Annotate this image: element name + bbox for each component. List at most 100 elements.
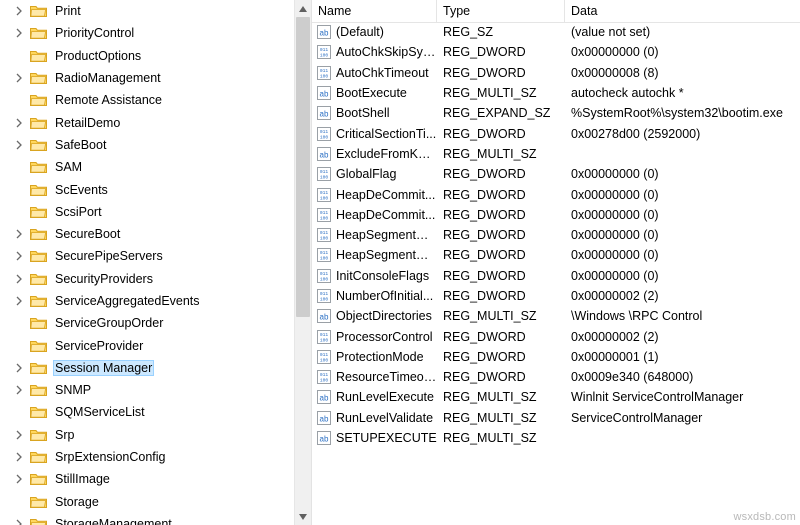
tree-item[interactable]: Session Manager <box>0 357 294 379</box>
chevron-right-icon[interactable] <box>14 118 24 128</box>
value-row[interactable]: ab RunLevelValidate REG_MULTI_SZ ServiceCon… <box>312 408 800 428</box>
tree-vertical-scrollbar[interactable] <box>294 0 311 525</box>
tree-item[interactable]: SafeBoot <box>0 134 294 156</box>
tree-item[interactable]: SQMServiceList <box>0 401 294 423</box>
registry-key-tree[interactable]: Print PriorityControl ProductOptions RadioM… <box>0 0 294 525</box>
svg-text:011: 011 <box>320 352 329 358</box>
value-name-label: HeapSegmentRe... <box>336 248 437 263</box>
tree-item[interactable]: ScsiPort <box>0 201 294 223</box>
string-value-icon: ab <box>317 25 331 40</box>
folder-icon <box>30 385 47 397</box>
value-name-cell: 011 100 CriticalSectionTi... <box>312 126 437 141</box>
tree-item[interactable]: RetailDemo <box>0 111 294 133</box>
tree-item[interactable]: PriorityControl <box>0 22 294 44</box>
svg-text:ab: ab <box>320 89 329 98</box>
chevron-right-icon[interactable] <box>14 140 24 150</box>
values-list[interactable]: ab (Default) REG_SZ (value not set) 011 100 Au… <box>312 22 800 525</box>
tree-item-label: StillImage <box>55 472 110 487</box>
tree-item[interactable]: Storage <box>0 491 294 513</box>
value-row[interactable]: 011 100 AutoChkSkipSyst... REG_DWORD 0x00000… <box>312 42 800 62</box>
value-row[interactable]: 011 100 GlobalFlag REG_DWORD 0x00000000 (0) <box>312 164 800 184</box>
value-name-cell: ab (Default) <box>312 25 437 40</box>
value-row[interactable]: 011 100 HeapSegmentRe... REG_DWORD 0x0000000… <box>312 245 800 265</box>
chevron-right-icon[interactable] <box>14 274 24 284</box>
svg-text:100: 100 <box>320 236 329 242</box>
column-header-data[interactable]: Data <box>565 0 800 22</box>
folder-icon <box>30 6 47 18</box>
tree-item[interactable]: Remote Assistance <box>0 89 294 111</box>
svg-text:100: 100 <box>320 73 329 79</box>
tree-item[interactable]: SNMP <box>0 379 294 401</box>
tree-item[interactable]: SAM <box>0 156 294 178</box>
tree-item[interactable]: ServiceGroupOrder <box>0 312 294 334</box>
chevron-right-icon[interactable] <box>14 474 24 484</box>
folder-icon <box>30 296 47 307</box>
chevron-right-icon[interactable] <box>14 519 24 525</box>
tree-item[interactable]: ProductOptions <box>0 45 294 67</box>
value-row[interactable]: 011 100 HeapSegmentCo... REG_DWORD 0x0000000… <box>312 225 800 245</box>
value-row[interactable]: ab (Default) REG_SZ (value not set) <box>312 22 800 42</box>
tree-item[interactable]: Print <box>0 0 294 22</box>
folder-icon <box>30 251 47 263</box>
tree-item[interactable]: SrpExtensionConfig <box>0 446 294 468</box>
value-row[interactable]: ab ExcludeFromKno... REG_MULTI_SZ <box>312 144 800 164</box>
value-name-label: ObjectDirectories <box>336 309 432 324</box>
value-row[interactable]: 011 100 InitConsoleFlags REG_DWORD 0x0000000… <box>312 266 800 286</box>
tree-item[interactable]: Srp <box>0 424 294 446</box>
value-row[interactable]: 011 100 HeapDeCommit... REG_DWORD 0x00000000… <box>312 184 800 204</box>
binary-value-icon: 011100 <box>317 187 331 202</box>
value-data-cell: 0x00000001 (1) <box>571 349 659 364</box>
chevron-right-icon[interactable] <box>14 251 24 261</box>
chevron-right-icon[interactable] <box>14 73 24 83</box>
string-value-icon: ab <box>317 86 331 101</box>
svg-text:100: 100 <box>320 215 329 221</box>
value-type-cell: REG_SZ <box>443 25 494 40</box>
value-row[interactable]: ab BootShell REG_EXPAND_SZ %SystemRoot%\sys… <box>312 103 800 123</box>
chevron-right-icon[interactable] <box>14 385 24 395</box>
svg-text:100: 100 <box>320 134 329 140</box>
chevron-right-icon[interactable] <box>14 28 24 38</box>
value-row[interactable]: 011 100 HeapDeCommit... REG_DWORD 0x00000000… <box>312 205 800 225</box>
tree-item[interactable]: SecurePipeServers <box>0 245 294 267</box>
tree-item[interactable]: StillImage <box>0 468 294 490</box>
tree-item[interactable]: ServiceAggregatedEvents <box>0 290 294 312</box>
chevron-right-icon[interactable] <box>14 452 24 462</box>
tree-item[interactable]: SecurityProviders <box>0 268 294 290</box>
value-row[interactable]: 011 100 AutoChkTimeout REG_DWORD 0x00000008 … <box>312 63 800 83</box>
tree-scrollbar-thumb[interactable] <box>296 17 310 317</box>
value-row[interactable]: ab ObjectDirectories REG_MULTI_SZ \Windows … <box>312 306 800 326</box>
tree-item[interactable]: ServiceProvider <box>0 334 294 356</box>
value-row[interactable]: 011 100 ProcessorControl REG_DWORD 0x0000000… <box>312 326 800 346</box>
tree-item[interactable]: ScEvents <box>0 178 294 200</box>
value-row[interactable]: ab SETUPEXECUTE REG_MULTI_SZ <box>312 428 800 448</box>
string-value-icon: ab <box>317 146 331 161</box>
folder-icon <box>30 229 47 241</box>
value-row[interactable]: 011 100 NumberOfInitial... REG_DWORD 0x00000… <box>312 286 800 306</box>
chevron-right-icon[interactable] <box>14 363 24 373</box>
chevron-right-icon[interactable] <box>14 6 24 16</box>
column-header-type[interactable]: Type <box>437 0 565 22</box>
value-name-label: HeapDeCommit... <box>336 187 436 202</box>
svg-text:011: 011 <box>320 271 329 277</box>
value-type-cell: REG_MULTI_SZ <box>443 410 537 425</box>
chevron-right-icon[interactable] <box>14 296 24 306</box>
chevron-right-icon[interactable] <box>14 229 24 239</box>
tree-item-label: Storage <box>55 494 99 509</box>
value-row[interactable]: 011 100 ResourceTimeou... REG_DWORD 0x0009e3… <box>312 367 800 387</box>
tree-item[interactable]: RadioManagement <box>0 67 294 89</box>
value-name-label: BootShell <box>336 106 390 121</box>
value-name-label: AutoChkSkipSyst... <box>336 45 437 60</box>
scroll-down-arrow-icon[interactable] <box>295 508 311 525</box>
value-row[interactable]: 011 100 CriticalSectionTi... REG_DWORD 0x002… <box>312 123 800 143</box>
tree-item-label: SNMP <box>55 383 92 398</box>
tree-item[interactable]: StorageManagement <box>0 513 294 525</box>
value-row[interactable]: ab RunLevelExecute REG_MULTI_SZ Winlnit Ser… <box>312 387 800 407</box>
value-row[interactable]: 011 100 ProtectionMode REG_DWORD 0x00000001 … <box>312 347 800 367</box>
scroll-up-arrow-icon[interactable] <box>295 0 311 17</box>
value-row[interactable]: ab BootExecute REG_MULTI_SZ autocheck autoc… <box>312 83 800 103</box>
string-value-icon: ab <box>317 106 331 121</box>
value-data-cell: %SystemRoot%\system32\bootim.exe <box>571 106 783 121</box>
tree-item[interactable]: SecureBoot <box>0 223 294 245</box>
chevron-right-icon[interactable] <box>14 430 24 440</box>
column-header-name[interactable]: Name <box>312 0 437 22</box>
